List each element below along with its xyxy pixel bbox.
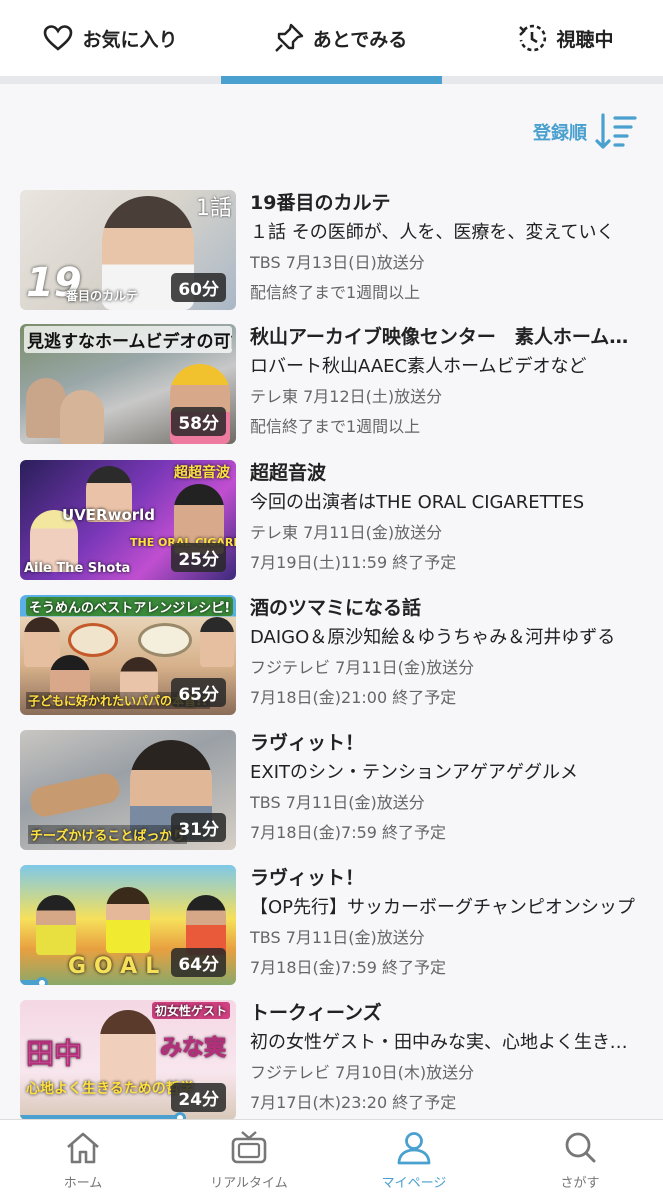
expiry-info: 7月18日(金)21:00 終了予定 <box>250 688 457 707</box>
tab-watching[interactable]: 視聴中 <box>490 0 640 76</box>
pin-icon <box>274 23 303 52</box>
list-item[interactable]: 見逃すなホームビデオの可能性 58分 秋山アーカイブ映像センター 素人ホームビデ… <box>0 322 663 444</box>
episode-description: １話 その医師が、人を、医療を、変えていく <box>250 222 615 243</box>
program-title: 19番目のカルテ <box>250 192 391 214</box>
sort-button[interactable]: 登録順 <box>533 112 637 152</box>
episode-description: DAIGO＆原沙知絵＆ゆうちゃみ＆河井ゆずる <box>250 627 616 648</box>
thumbnail[interactable]: 1話 19 番目のカルテ 60分 <box>20 190 236 310</box>
nav-mypage[interactable]: マイページ <box>339 1130 489 1198</box>
nav-realtime-label: リアルタイム <box>210 1176 288 1191</box>
list-item[interactable]: 初女性ゲスト 田中 みな実 心地よく生きるための哲学 24分 トークィーンズ 初… <box>0 998 663 1120</box>
expiry-info: 配信終了まで1週間以上 <box>250 417 421 436</box>
thumb-text: 超超音波 <box>174 465 230 481</box>
watch-later-list: 1話 19 番目のカルテ 60分 19番目のカルテ １話 その医師が、人を、医療… <box>0 188 663 1120</box>
broadcast-info: TBS 7月11日(金)放送分 <box>250 928 425 947</box>
tab-watch-later[interactable]: あとでみる <box>240 0 440 76</box>
thumb-text: UVERworld <box>62 506 156 524</box>
episode-description: 【OP先行】サッカーボーグチャンピオンシップ <box>250 897 635 918</box>
broadcast-info: TBS 7月13日(日)放送分 <box>250 253 425 272</box>
expiry-info: 7月17日(木)23:20 終了予定 <box>250 1093 457 1112</box>
duration-badge: 64分 <box>171 948 226 977</box>
program-title: 秋山アーカイブ映像センター 素人ホームビデオ <box>250 326 642 348</box>
expiry-info: 7月19日(土)11:59 終了予定 <box>250 553 457 572</box>
nav-search-label: さがす <box>560 1176 600 1191</box>
thumb-text: そうめんのベストアレンジレシピ! <box>26 597 234 616</box>
thumb-text: 田中 <box>25 1037 83 1071</box>
duration-badge: 58分 <box>171 407 226 436</box>
top-tab-bar: お気に入り あとでみる 視聴中 <box>0 0 663 84</box>
nav-search[interactable]: さがす <box>505 1130 655 1198</box>
episode-label: 1話 <box>196 196 232 221</box>
search-icon <box>565 1132 596 1163</box>
expiry-info: 配信終了まで1週間以上 <box>250 283 421 302</box>
tv-icon <box>231 1131 267 1164</box>
list-item[interactable]: そうめんのベストアレンジレシピ! 子どもに好かれたいパパの本音!? 65分 酒の… <box>0 593 663 715</box>
heart-icon <box>44 25 73 51</box>
nav-home-label: ホーム <box>63 1176 103 1191</box>
broadcast-info: フジテレビ 7月10日(木)放送分 <box>250 1063 475 1082</box>
thumb-text: Aile The Shota <box>24 561 131 576</box>
list-item[interactable]: 1話 19 番目のカルテ 60分 19番目のカルテ １話 その医師が、人を、医療… <box>0 188 663 310</box>
tab-watch-later-label: あとでみる <box>312 28 408 51</box>
nav-realtime[interactable]: リアルタイム <box>174 1130 324 1198</box>
sort-icon <box>595 113 637 149</box>
program-title: 超超音波 <box>250 462 327 484</box>
thumb-text: 初女性ゲスト <box>151 1002 230 1019</box>
episode-description: 初の女性ゲスト・田中みな実、心地よく生きるための哲学 <box>250 1032 642 1053</box>
sort-label: 登録順 <box>533 123 587 144</box>
duration-badge: 65分 <box>171 678 226 707</box>
broadcast-info: テレ東 7月12日(土)放送分 <box>250 387 443 406</box>
broadcast-info: TBS 7月11日(金)放送分 <box>250 793 425 812</box>
thumb-title-sub: 番目のカルテ <box>66 289 139 303</box>
tab-active-indicator <box>221 76 442 84</box>
broadcast-info: テレ東 7月11日(金)放送分 <box>250 523 443 542</box>
tab-favorites[interactable]: お気に入り <box>20 0 200 76</box>
watch-progress-handle <box>35 977 48 985</box>
episode-description: ロバート秋山AAEC素人ホームビデオなど <box>250 356 587 377</box>
duration-badge: 25分 <box>171 543 226 572</box>
program-title: 酒のツマミになる話 <box>250 597 422 619</box>
history-icon <box>519 24 547 52</box>
nav-home[interactable]: ホーム <box>8 1130 158 1198</box>
thumbnail[interactable]: 初女性ゲスト 田中 みな実 心地よく生きるための哲学 24分 <box>20 1000 236 1120</box>
thumbnail[interactable]: 超超音波 UVERworld THE ORAL CIGARETTES Aile … <box>20 460 236 580</box>
list-item[interactable]: チーズかけることばっかり 31分 ラヴィット！ EXITのシン・テンションアゲア… <box>0 728 663 850</box>
tab-favorites-label: お気に入り <box>82 28 178 51</box>
thumb-caption: 見逃すなホームビデオの可能性 <box>24 326 232 353</box>
duration-badge: 31分 <box>171 813 226 842</box>
episode-description: 今回の出演者はTHE ORAL CIGARETTES <box>250 492 585 513</box>
home-icon <box>67 1132 99 1164</box>
bottom-nav: ホーム リアルタイム マイページ さがす <box>0 1119 663 1199</box>
thumbnail[interactable]: チーズかけることばっかり 31分 <box>20 730 236 850</box>
expiry-info: 7月18日(金)7:59 終了予定 <box>250 958 447 977</box>
program-title: トークィーンズ <box>250 1002 382 1024</box>
duration-badge: 60分 <box>171 273 226 302</box>
person-icon <box>397 1132 431 1165</box>
thumbnail[interactable]: そうめんのベストアレンジレシピ! 子どもに好かれたいパパの本音!? 65分 <box>20 595 236 715</box>
tab-watching-label: 視聴中 <box>556 28 614 51</box>
program-title: ラヴィット！ <box>250 732 365 754</box>
thumb-text: みな実 <box>159 1036 227 1062</box>
list-item[interactable]: GOAL 64分 ラヴィット！ 【OP先行】サッカーボーグチャンピオンシップ T… <box>0 863 663 985</box>
duration-badge: 24分 <box>171 1083 226 1112</box>
thumb-text: GOAL <box>68 954 168 979</box>
nav-mypage-label: マイページ <box>381 1176 447 1191</box>
broadcast-info: フジテレビ 7月11日(金)放送分 <box>250 658 475 677</box>
list-item[interactable]: 超超音波 UVERworld THE ORAL CIGARETTES Aile … <box>0 458 663 580</box>
thumb-text: 心地よく生きるための哲学 <box>26 1081 194 1097</box>
program-title: ラヴィット！ <box>250 867 365 889</box>
thumbnail[interactable]: 見逃すなホームビデオの可能性 58分 <box>20 324 236 444</box>
thumbnail[interactable]: GOAL 64分 <box>20 865 236 985</box>
thumb-text: チーズかけることばっかり <box>28 825 188 844</box>
expiry-info: 7月18日(金)7:59 終了予定 <box>250 823 447 842</box>
episode-description: EXITのシン・テンションアゲアゲグルメ <box>250 762 579 783</box>
